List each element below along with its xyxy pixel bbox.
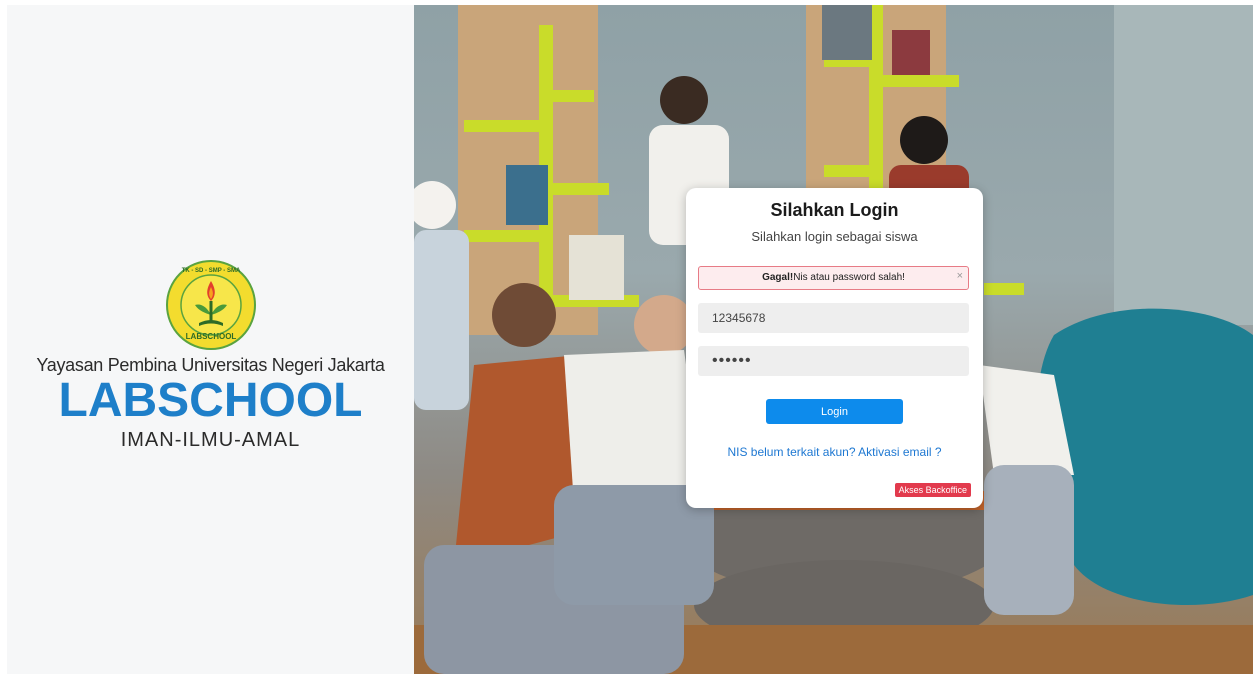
alert-title: Gagal! [762, 272, 794, 283]
login-card: Silahkan Login Silahkan login sebagai si… [686, 188, 983, 508]
activation-email-link[interactable]: NIS belum terkait akun? Aktivasi email ? [686, 445, 983, 459]
password-input[interactable] [698, 346, 969, 376]
nis-input[interactable] [698, 303, 969, 333]
school-name: LABSCHOOL [58, 374, 363, 427]
school-motto: IMAN-ILMU-AMAL [120, 429, 301, 451]
logo-ring-text: TK - SD - SMP - SMA [182, 268, 241, 274]
close-icon[interactable]: × [957, 265, 963, 287]
labschool-logo: LABSCHOOL TK - SD - SMP - SMA [166, 260, 256, 350]
login-button[interactable]: Login [766, 399, 903, 424]
logo-bottom-text: LABSCHOOL [186, 332, 237, 341]
branding-panel: LABSCHOOL TK - SD - SMP - SMA Yayasan Pe… [7, 5, 414, 674]
login-subtitle: Silahkan login sebagai siswa [751, 229, 918, 244]
error-alert: Gagal!Nis atau password salah! × [698, 266, 969, 290]
login-title: Silahkan Login [770, 200, 899, 220]
alert-message: Nis atau password salah! [793, 272, 905, 283]
backoffice-access-button[interactable]: Akses Backoffice [894, 483, 971, 497]
